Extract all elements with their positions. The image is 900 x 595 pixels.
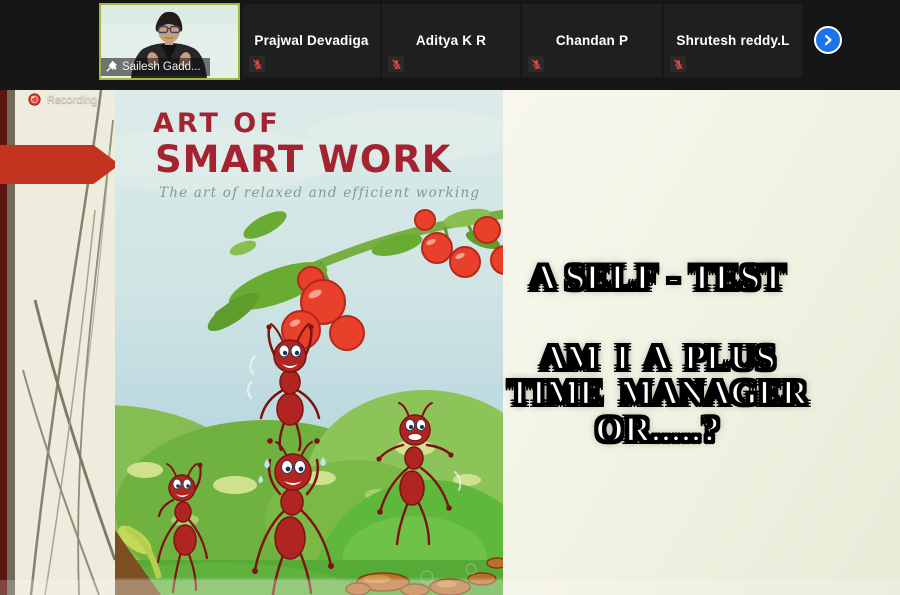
mic-off-icon bbox=[672, 58, 685, 71]
mic-off-icon bbox=[530, 58, 543, 71]
self-test-line4: OR.....? bbox=[508, 410, 808, 448]
pin-icon bbox=[105, 60, 118, 73]
participants-bar: Sailesh Gadd... Prajwal Devadiga Aditya … bbox=[0, 0, 900, 90]
mic-off-chip bbox=[388, 56, 404, 72]
smart-work-poster: ART OF SMART WORK The art of relaxed and… bbox=[115, 90, 503, 595]
mic-off-icon bbox=[390, 58, 403, 71]
self-test-title: A SELF - TEST bbox=[508, 256, 808, 298]
meeting-window: Sailesh Gadd... Prajwal Devadiga Aditya … bbox=[0, 0, 900, 595]
participant-tile-shrutesh-reddy[interactable]: Shrutesh reddy.L bbox=[664, 4, 802, 77]
self-test-line2: AM I A PLUS bbox=[508, 340, 808, 375]
chevron-right-icon bbox=[822, 34, 834, 46]
participant-tile-chandan-p[interactable]: Chandan P bbox=[522, 4, 662, 77]
poster-subtitle: The art of relaxed and efficient working bbox=[159, 185, 480, 201]
slide-right-panel: A SELF - TEST AM I A PLUS TIME MANAGER O… bbox=[503, 90, 900, 595]
red-arrow-banner bbox=[0, 145, 117, 184]
mic-off-icon bbox=[251, 58, 264, 71]
participant-name-label: Sailesh Gadd... bbox=[101, 58, 210, 76]
participant-tile-aditya-k-r[interactable]: Aditya K R bbox=[382, 4, 520, 77]
poster-title-line1: ART OF bbox=[153, 108, 281, 139]
recording-dot-icon bbox=[28, 93, 41, 106]
recording-indicator: Recording bbox=[28, 93, 97, 106]
active-participant-name: Sailesh Gadd... bbox=[122, 61, 201, 73]
mic-off-chip bbox=[528, 56, 544, 72]
participant-video-tile-sailesh[interactable]: Sailesh Gadd... bbox=[99, 3, 240, 80]
bottom-fade-overlay bbox=[0, 580, 900, 595]
mic-off-chip bbox=[249, 56, 265, 72]
poster-title-line2: SMART WORK bbox=[155, 138, 451, 181]
shared-screen: ART OF SMART WORK The art of relaxed and… bbox=[0, 90, 900, 595]
participant-tile-prajwal-devadiga[interactable]: Prajwal Devadiga bbox=[243, 4, 380, 77]
mic-off-chip bbox=[670, 56, 686, 72]
self-test-text-block: A SELF - TEST AM I A PLUS TIME MANAGER O… bbox=[508, 256, 808, 448]
self-test-line3: TIME MANAGER bbox=[508, 375, 808, 410]
recording-label: Recording bbox=[47, 94, 97, 106]
next-participants-button[interactable] bbox=[814, 26, 842, 54]
